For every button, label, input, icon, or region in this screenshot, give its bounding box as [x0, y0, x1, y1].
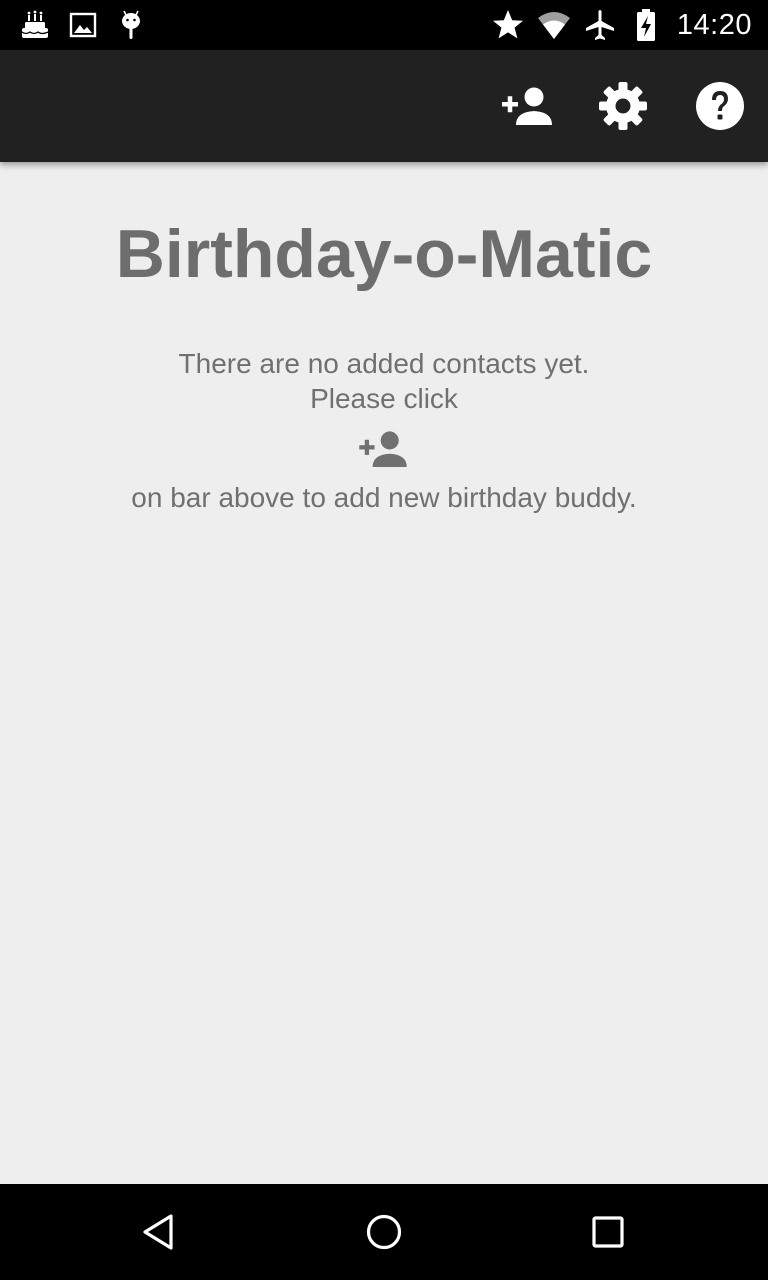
battery-charging-icon	[636, 9, 655, 41]
wifi-icon	[537, 12, 570, 39]
empty-state-message: There are no added contacts yet. Please …	[0, 346, 768, 515]
action-bar	[0, 50, 768, 162]
app-screen: 14:20 Birthday-o-Matic There are no adde…	[0, 0, 768, 1280]
settings-button[interactable]	[589, 72, 657, 140]
back-button[interactable]	[130, 1202, 190, 1262]
notification-icons	[18, 8, 148, 42]
app-title: Birthday-o-Matic	[115, 216, 653, 292]
settings-gear-icon	[599, 82, 647, 130]
home-button[interactable]	[354, 1202, 414, 1262]
empty-message-line1: There are no added contacts yet.	[178, 348, 590, 379]
navigation-bar	[0, 1184, 768, 1280]
empty-message-line3: on bar above to add new birthday buddy.	[131, 482, 637, 513]
help-icon	[696, 82, 744, 130]
add-contact-button[interactable]	[494, 72, 562, 140]
home-icon	[366, 1214, 402, 1250]
recents-button[interactable]	[578, 1202, 638, 1262]
system-icons: 14:20	[491, 8, 752, 42]
main-content: Birthday-o-Matic There are no added cont…	[0, 162, 768, 515]
add-contact-icon	[502, 87, 552, 125]
image-icon	[69, 12, 97, 38]
recents-icon	[592, 1216, 624, 1248]
star-icon	[492, 10, 523, 39]
android-debug-icon	[122, 10, 140, 39]
birthday-cake-icon	[21, 10, 49, 38]
help-button[interactable]	[686, 72, 754, 140]
airplane-mode-icon	[585, 10, 614, 40]
inline-add-contact	[0, 430, 768, 468]
status-time: 14:20	[676, 8, 752, 41]
back-icon	[143, 1214, 173, 1250]
empty-message-line2: Please click	[310, 383, 458, 414]
add-contact-icon	[359, 431, 407, 468]
status-bar: 14:20	[0, 0, 768, 50]
